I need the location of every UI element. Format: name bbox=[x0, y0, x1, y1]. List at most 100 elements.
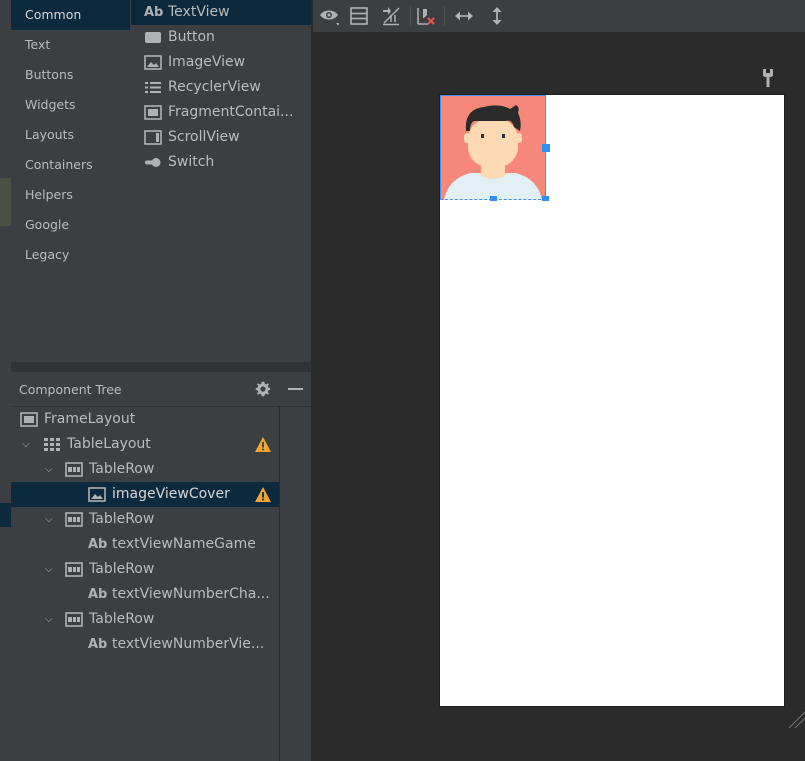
text-ab-icon: Ab bbox=[88, 587, 108, 602]
tool-strip-marker-selected bbox=[0, 503, 11, 527]
palette-category-common[interactable]: Common bbox=[11, 0, 130, 30]
category-label: Common bbox=[25, 7, 82, 22]
component-tree: FrameLayout ⌵ TableLayout ⌵ TableRow ima… bbox=[11, 407, 279, 761]
palette-category-legacy[interactable]: Legacy bbox=[11, 240, 130, 270]
text-ab-icon: Ab bbox=[88, 637, 108, 652]
switch-icon bbox=[145, 158, 161, 167]
palette-widget-button[interactable]: Button bbox=[131, 25, 311, 50]
widget-label: RecyclerView bbox=[168, 79, 261, 95]
tree-node-label: TableRow bbox=[89, 461, 155, 477]
palette-widget-switch[interactable]: Switch bbox=[131, 150, 311, 175]
tree-node-tablerow[interactable]: ⌵ TableRow bbox=[11, 557, 279, 582]
widget-label: ImageView bbox=[168, 54, 246, 70]
tree-node-tablerow[interactable]: ⌵ TableRow bbox=[11, 607, 279, 632]
horizontal-arrows-icon[interactable] bbox=[454, 6, 474, 26]
gear-icon[interactable] bbox=[255, 381, 271, 397]
widget-label: ScrollView bbox=[168, 129, 240, 145]
selection-outline bbox=[440, 95, 546, 200]
tree-node-textviewnamegame[interactable]: Ab textViewNameGame bbox=[11, 532, 279, 557]
image-icon bbox=[144, 55, 162, 70]
tree-node-textviewnumberchapters[interactable]: Ab textViewNumberCha... bbox=[11, 582, 279, 607]
clear-constraints-icon[interactable] bbox=[416, 6, 436, 26]
tree-node-label: TableRow bbox=[89, 561, 155, 577]
text-ab-icon: Ab bbox=[88, 537, 108, 552]
widget-label: FragmentContai... bbox=[168, 104, 294, 120]
tool-strip-marker bbox=[0, 178, 11, 226]
tree-node-label: textViewNumberCha... bbox=[112, 586, 270, 602]
category-label: Legacy bbox=[25, 247, 70, 262]
warning-icon[interactable] bbox=[254, 486, 272, 503]
palette-widget-scrollview[interactable]: ScrollView bbox=[131, 125, 311, 150]
tree-divider bbox=[279, 407, 280, 761]
tree-node-tablerow[interactable]: ⌵ TableRow bbox=[11, 507, 279, 532]
palette-widgets: Ab TextView Button ImageView RecyclerVie… bbox=[131, 0, 311, 175]
toolbar-separator bbox=[410, 7, 411, 25]
palette-category-buttons[interactable]: Buttons bbox=[11, 60, 130, 90]
frame-layout-icon bbox=[20, 412, 38, 427]
resize-handle-right[interactable] bbox=[542, 144, 550, 152]
chevron-down-icon[interactable]: ⌵ bbox=[45, 557, 57, 582]
chevron-down-icon[interactable]: ⌵ bbox=[45, 607, 57, 632]
wrench-icon[interactable] bbox=[762, 68, 774, 88]
eye-icon[interactable] bbox=[319, 6, 339, 26]
button-icon bbox=[145, 32, 161, 43]
palette-category-text[interactable]: Text bbox=[11, 30, 130, 60]
tree-node-tablerow[interactable]: ⌵ TableRow bbox=[11, 457, 279, 482]
category-label: Containers bbox=[25, 157, 93, 172]
widget-label: Switch bbox=[168, 154, 215, 170]
palette-category-helpers[interactable]: Helpers bbox=[11, 180, 130, 210]
palette-widget-imageview[interactable]: ImageView bbox=[131, 50, 311, 75]
toolbar-separator bbox=[444, 7, 445, 25]
category-label: Google bbox=[25, 217, 70, 232]
table-layout-icon bbox=[44, 438, 60, 451]
table-row-icon bbox=[65, 562, 83, 577]
tree-node-imageviewcover[interactable]: imageViewCover bbox=[11, 482, 279, 507]
device-preview[interactable] bbox=[440, 95, 784, 706]
table-row-icon bbox=[65, 612, 83, 627]
category-label: Widgets bbox=[25, 97, 76, 112]
resize-handle-bottom[interactable] bbox=[490, 196, 497, 201]
chevron-down-icon[interactable]: ⌵ bbox=[22, 432, 34, 457]
category-label: Text bbox=[25, 37, 51, 52]
resize-grip-icon[interactable] bbox=[787, 710, 805, 730]
image-icon bbox=[88, 487, 106, 502]
palette-category-containers[interactable]: Containers bbox=[11, 150, 130, 180]
palette-category-layouts[interactable]: Layouts bbox=[11, 120, 130, 150]
tree-node-label: imageViewCover bbox=[112, 486, 230, 502]
vertical-arrows-icon[interactable] bbox=[487, 6, 507, 26]
widget-label: TextView bbox=[168, 4, 230, 20]
tree-node-label: TableRow bbox=[89, 511, 155, 527]
palette-widget-recyclerview[interactable]: RecyclerView bbox=[131, 75, 311, 100]
tree-node-textviewnumberviews[interactable]: Ab textViewNumberVie... bbox=[11, 632, 279, 657]
tree-node-tablelayout[interactable]: ⌵ TableLayout bbox=[11, 432, 279, 457]
tree-node-label: textViewNameGame bbox=[112, 536, 256, 552]
resize-handle-corner[interactable] bbox=[542, 196, 549, 201]
design-toolbar bbox=[313, 0, 805, 32]
palette-widget-textview[interactable]: Ab TextView bbox=[131, 0, 311, 25]
tree-node-framelayout[interactable]: FrameLayout bbox=[11, 407, 279, 432]
palette-panel: Common Text Buttons Widgets Layouts Cont… bbox=[11, 0, 311, 362]
fragment-icon bbox=[144, 105, 162, 120]
component-tree-panel: Component Tree FrameLayout ⌵ TableLayout… bbox=[11, 372, 311, 761]
category-label: Buttons bbox=[25, 67, 74, 82]
scrollview-icon bbox=[144, 130, 162, 145]
constraints-icon[interactable] bbox=[381, 6, 401, 26]
panel-splitter[interactable] bbox=[11, 362, 311, 372]
minimize-icon[interactable] bbox=[288, 388, 303, 390]
category-label: Layouts bbox=[25, 127, 75, 142]
component-tree-title: Component Tree bbox=[19, 382, 122, 397]
palette-category-widgets[interactable]: Widgets bbox=[11, 90, 130, 120]
widget-label: Button bbox=[168, 29, 215, 45]
palette-widget-fragmentcontainer[interactable]: FragmentContai... bbox=[131, 100, 311, 125]
chevron-down-icon[interactable]: ⌵ bbox=[45, 507, 57, 532]
warning-icon[interactable] bbox=[254, 436, 272, 453]
design-canvas[interactable] bbox=[313, 32, 805, 761]
tree-node-label: TableLayout bbox=[67, 436, 151, 452]
chevron-down-icon[interactable]: ⌵ bbox=[45, 457, 57, 482]
table-row-icon bbox=[65, 462, 83, 477]
component-tree-header: Component Tree bbox=[11, 372, 311, 407]
blueprint-icon[interactable] bbox=[349, 6, 369, 26]
left-tool-strip bbox=[0, 0, 11, 761]
palette-category-google[interactable]: Google bbox=[11, 210, 130, 240]
tree-node-label: textViewNumberVie... bbox=[112, 636, 265, 652]
